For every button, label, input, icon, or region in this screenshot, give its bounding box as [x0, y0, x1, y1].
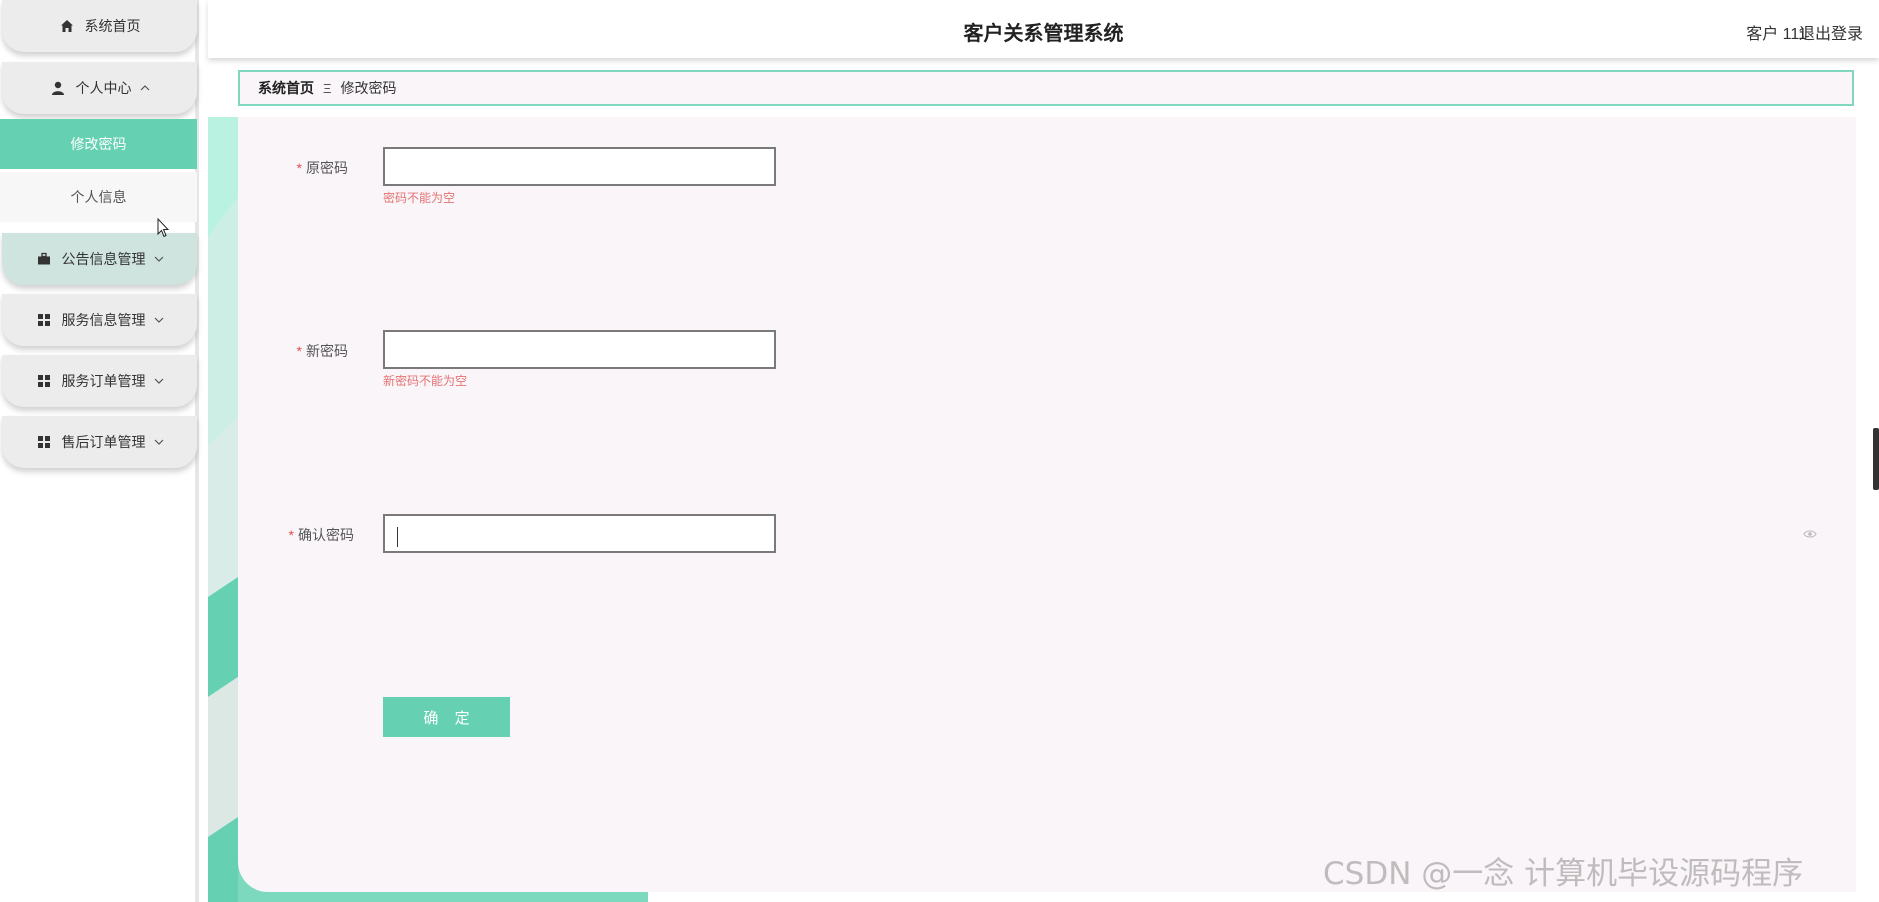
confirm-button[interactable]: 确 定	[383, 697, 510, 737]
sidebar-item-personal-center[interactable]: 个人中心	[2, 62, 197, 114]
home-icon	[59, 18, 75, 34]
briefcase-icon	[36, 251, 52, 267]
confirm-password-input[interactable]	[383, 514, 776, 553]
sidebar-item-service-order-management[interactable]: 服务订单管理	[2, 355, 197, 407]
new-password-input[interactable]	[383, 330, 776, 369]
sidebar-item-label: 服务信息管理	[61, 312, 146, 328]
text-caret	[397, 527, 398, 547]
current-user: 客户 111	[1746, 26, 1807, 43]
eye-icon[interactable]	[1803, 526, 1817, 538]
sidebar-subitem-personal-info[interactable]: 个人信息	[0, 172, 197, 222]
sidebar-item-label: 个人中心	[75, 80, 132, 96]
breadcrumb-separator: Ξ	[323, 80, 332, 96]
new-password-label: * 新密码	[238, 341, 348, 361]
logout-link[interactable]: 退出登录	[1799, 20, 1863, 44]
user-icon	[50, 80, 66, 96]
sidebar-item-home[interactable]: 系统首页	[2, 0, 197, 52]
sidebar-item-label: 公告信息管理	[61, 251, 146, 267]
sidebar-item-service-info-management[interactable]: 服务信息管理	[2, 294, 197, 346]
grid-icon	[36, 373, 52, 389]
chevron-down-icon	[154, 437, 164, 447]
sidebar-item-after-sales-order-management[interactable]: 售后订单管理	[2, 416, 197, 468]
chevron-down-icon	[154, 315, 164, 325]
grid-icon	[36, 312, 52, 328]
sidebar-item-label: 售后订单管理	[61, 434, 146, 450]
sidebar-subitem-change-password[interactable]: 修改密码	[0, 119, 197, 169]
app-title: 客户关系管理系统	[963, 23, 1124, 45]
sidebar-subitem-label: 修改密码	[70, 136, 127, 152]
old-password-input[interactable]	[383, 147, 776, 186]
old-password-label-text: 原密码	[306, 160, 348, 176]
watermark: CSDN @一念 计算机毕设源码程序	[1323, 856, 1804, 892]
sidebar-subitem-label: 个人信息	[70, 189, 127, 205]
old-password-label: * 原密码	[238, 158, 348, 178]
required-mark: *	[296, 343, 302, 359]
sidebar-item-label: 服务订单管理	[61, 373, 146, 389]
new-password-label-text: 新密码	[306, 343, 348, 359]
scrollbar-handle[interactable]	[1873, 428, 1879, 490]
required-mark: *	[296, 160, 302, 176]
top-header: 客户关系管理系统 客户 111 退出登录	[208, 0, 1879, 58]
change-password-form	[238, 117, 1856, 892]
chevron-up-icon	[140, 83, 150, 93]
chevron-down-icon	[154, 254, 164, 264]
grid-icon	[36, 434, 52, 450]
sidebar-item-label: 系统首页	[84, 18, 141, 34]
required-mark: *	[288, 527, 294, 543]
confirm-password-label-text: 确认密码	[298, 527, 354, 543]
mouse-cursor-icon	[157, 217, 170, 243]
breadcrumb-current: 修改密码	[340, 80, 397, 96]
new-password-error: 新密码不能为空	[383, 374, 468, 388]
confirm-password-label: * 确认密码	[244, 525, 354, 545]
sidebar: 系统首页 个人中心 修改密码 个人信息 公告信息管理 服务信息管理 服务订单管理…	[0, 0, 199, 902]
old-password-error: 密码不能为空	[383, 191, 456, 205]
breadcrumb-home[interactable]: 系统首页	[258, 78, 314, 98]
chevron-down-icon	[154, 376, 164, 386]
breadcrumb: 系统首页 Ξ 修改密码	[238, 70, 1854, 106]
